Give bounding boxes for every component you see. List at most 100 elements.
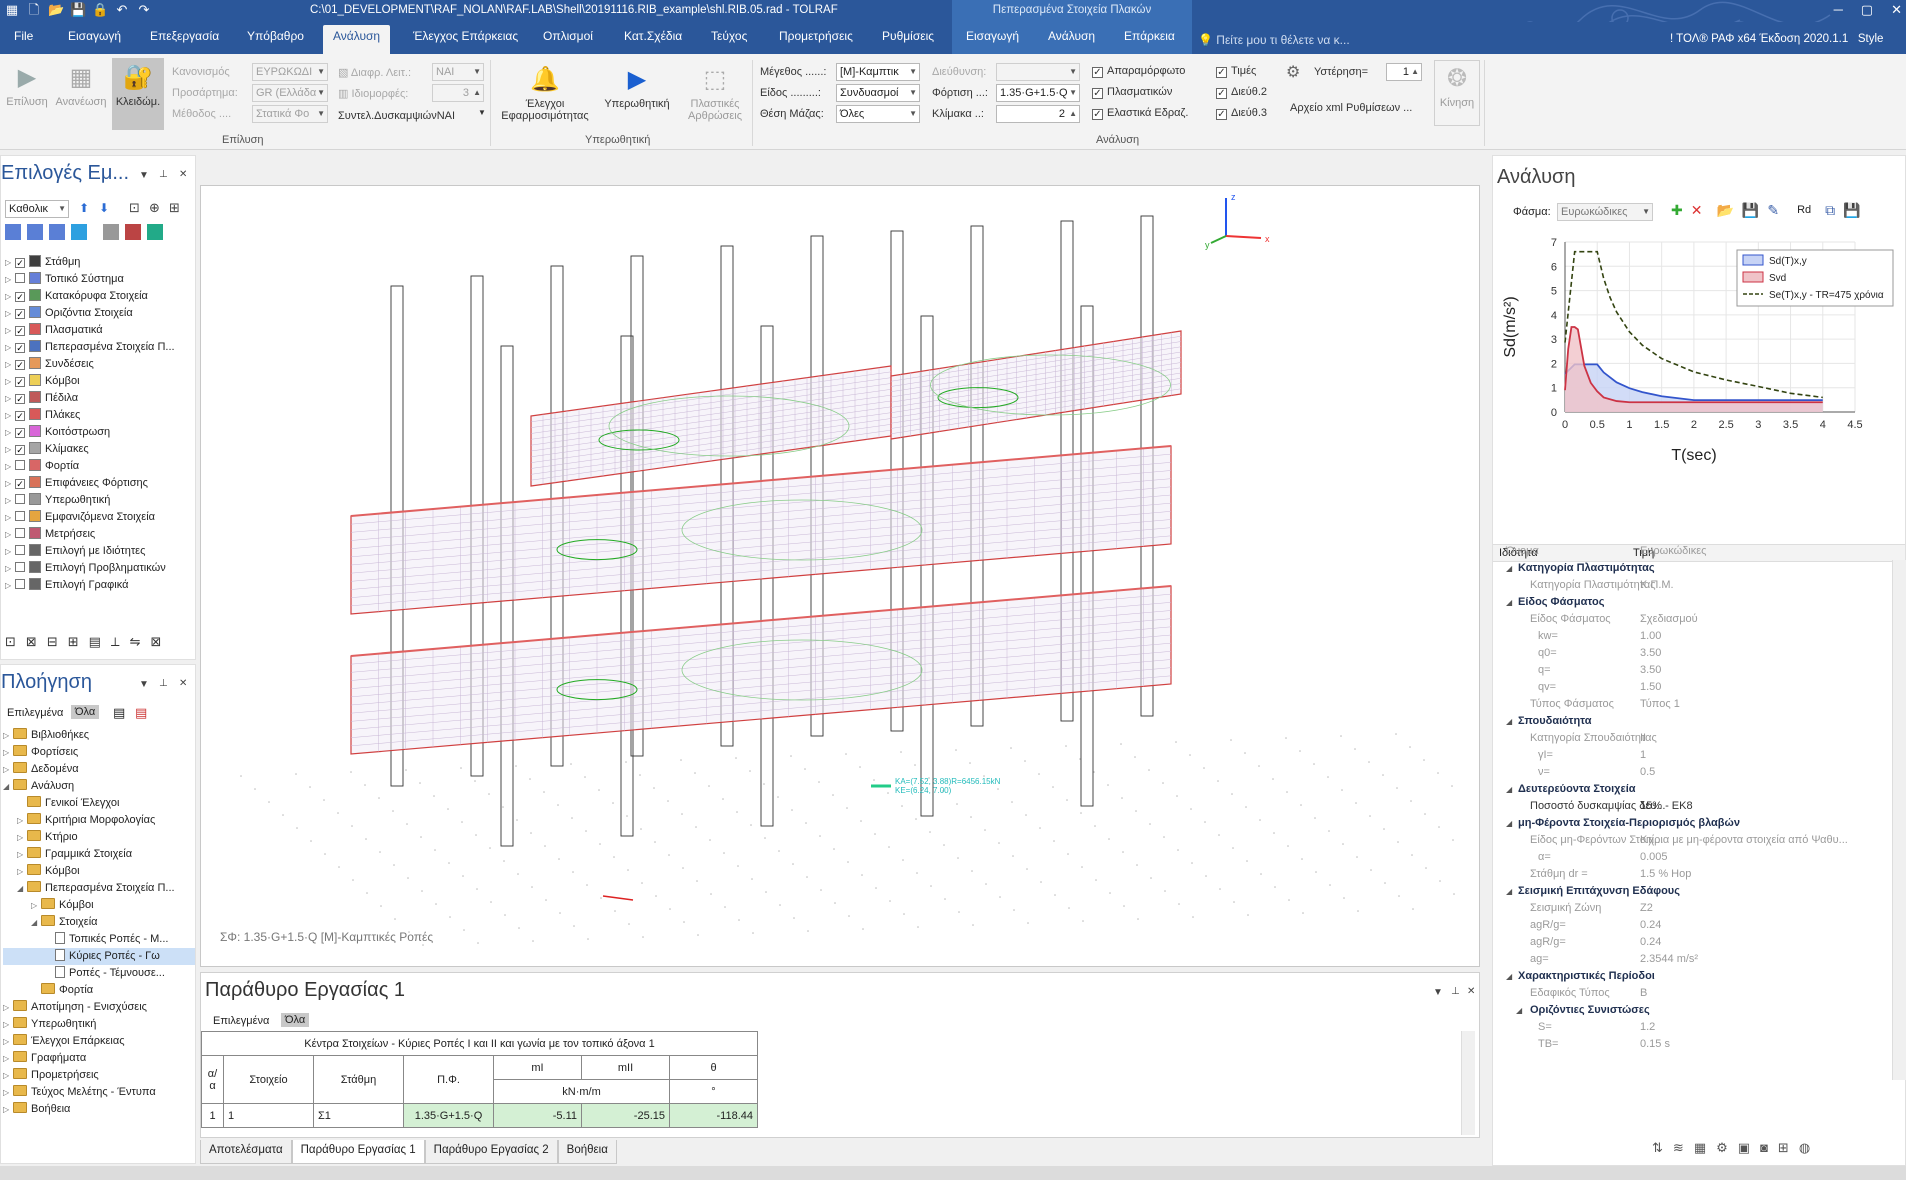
panel-close-icon[interactable]: ✕: [179, 169, 187, 180]
option-item[interactable]: ▷ ✓ Κόμβοι: [5, 373, 195, 390]
nav-item[interactable]: Γενικοί Έλεγχοι: [3, 795, 195, 812]
add-icon[interactable]: ✚: [1671, 202, 1683, 219]
zoom-window-icon[interactable]: ⊡: [129, 200, 140, 216]
modes-spinner[interactable]: 3 ▲: [432, 84, 484, 102]
nav-item[interactable]: ▷ Προμετρήσεις: [3, 1067, 195, 1084]
option-item[interactable]: ▷ ✓ Πέδιλα: [5, 390, 195, 407]
property-row[interactable]: ◢ Κατηγορία Πλαστιμότητας: [1500, 560, 1890, 577]
work-tab-all[interactable]: Όλα: [281, 1013, 310, 1027]
expand-icon[interactable]: ▷: [5, 509, 15, 526]
option-item[interactable]: ▷ Τοπικό Σύστημα: [5, 271, 195, 288]
option-checkbox[interactable]: [15, 545, 25, 555]
nav-item[interactable]: Ροπές - Τέμνουσε...: [3, 965, 195, 982]
property-row[interactable]: ◢ μη-Φέροντα Στοιχεία-Περιορισμός βλαβών: [1500, 815, 1890, 832]
property-row[interactable]: q= 3.50: [1500, 662, 1890, 679]
cell-mi[interactable]: -5.11: [493, 1103, 582, 1128]
gear-icon[interactable]: ⚙: [1716, 1140, 1728, 1156]
direction-select[interactable]: ▼: [996, 63, 1080, 81]
option-item[interactable]: ▷ Επιλογή Γραφικά: [5, 577, 195, 594]
undeformed-checkbox[interactable]: ✓ Απαραμόρφωτο: [1092, 65, 1185, 78]
lock-icon[interactable]: 🔒: [92, 2, 108, 18]
nav-view1-icon[interactable]: ▤: [113, 705, 125, 721]
property-row[interactable]: Είδος μη-Φερόντων Στοιχ... Κτίρια με μη-φ…: [1500, 832, 1890, 849]
cell-pf[interactable]: 1.35·G+1.5·Q: [403, 1103, 494, 1128]
zoom-fit-icon[interactable]: ⊞: [169, 200, 180, 216]
close-button[interactable]: ✕: [1891, 2, 1902, 18]
expand-icon[interactable]: ▷: [3, 1067, 13, 1084]
work-tab-selected[interactable]: Επιλεγμένα: [213, 1015, 269, 1027]
property-row[interactable]: q0= 3.50: [1500, 645, 1890, 662]
panel-close-icon[interactable]: ✕: [179, 678, 187, 689]
dir2-checkbox[interactable]: ✓ Διεύθ.2: [1216, 86, 1267, 99]
pin-icon[interactable]: ⊥: [159, 678, 168, 689]
expand-icon[interactable]: ▷: [31, 897, 41, 914]
option-item[interactable]: ▷ Επιλογή Προβληματικών: [5, 560, 195, 577]
option-checkbox[interactable]: ✓: [15, 326, 25, 336]
option-checkbox[interactable]: ✓: [15, 411, 25, 421]
property-row[interactable]: ◢ Σπουδαιότητα: [1500, 713, 1890, 730]
option-checkbox[interactable]: ✓: [15, 394, 25, 404]
expand-icon[interactable]: ◢: [31, 914, 41, 931]
expand-icon[interactable]: ▷: [5, 458, 15, 475]
option-checkbox[interactable]: ✓: [15, 377, 25, 387]
new-file-icon[interactable]: 🗋: [26, 2, 42, 18]
redo-icon[interactable]: ↷: [136, 2, 152, 18]
nav-item[interactable]: ▷ Δεδομένα: [3, 761, 195, 778]
stiffness-factors-label[interactable]: Συντελ.ΔυσκαμψιώνΝΑΙ: [338, 110, 455, 122]
expand-icon[interactable]: ▷: [5, 254, 15, 271]
bottom-tab[interactable]: Παράθυρο Εργασίας 2: [424, 1140, 558, 1164]
collapse-icon[interactable]: ◢: [1506, 815, 1512, 832]
expand-icon[interactable]: ▷: [5, 560, 15, 577]
filter-tool-icon[interactable]: ⊟: [47, 634, 58, 650]
copy-icon[interactable]: ⧉: [1825, 202, 1835, 219]
nav-item[interactable]: ▷ Κόμβοι: [3, 897, 195, 914]
option-checkbox[interactable]: ✓: [15, 343, 25, 353]
grid-tool-icon[interactable]: ⊞: [68, 634, 79, 650]
collapse-icon[interactable]: ◢: [1506, 713, 1512, 730]
property-row[interactable]: qv= 1.50: [1500, 679, 1890, 696]
property-row[interactable]: agR/g= 0.24: [1500, 917, 1890, 934]
option-checkbox[interactable]: [15, 460, 25, 470]
panel-dropdown-icon[interactable]: ▼: [139, 170, 149, 181]
type-select[interactable]: Συνδυασμοί ▼: [836, 84, 920, 102]
expand-icon[interactable]: ▷: [17, 829, 27, 846]
menu-ctx-adequacy[interactable]: Επάρκεια: [1124, 29, 1175, 43]
property-row[interactable]: γI= 1: [1500, 747, 1890, 764]
filter-select[interactable]: Καθολικ ▼: [5, 200, 69, 218]
nav-view2-icon[interactable]: ▤: [135, 705, 147, 721]
values-checkbox[interactable]: ✓ Τιμές: [1216, 65, 1256, 78]
option-item[interactable]: ▷ ✓ Συνδέσεις: [5, 356, 195, 373]
expand-icon[interactable]: ▷: [3, 761, 13, 778]
expand-icon[interactable]: ▷: [3, 1084, 13, 1101]
expand-icon[interactable]: ▷: [5, 271, 15, 288]
edit-icon[interactable]: ✎: [1767, 202, 1779, 219]
table-scrollbar[interactable]: [1461, 1031, 1475, 1135]
property-row[interactable]: Κατηγορία Σπουδαιότητας II: [1500, 730, 1890, 747]
expand-icon[interactable]: ▷: [3, 1101, 13, 1118]
expand-icon[interactable]: ▷: [5, 475, 15, 492]
select-tool-icon[interactable]: ⊡: [5, 634, 16, 650]
collapse-icon[interactable]: ◢: [1506, 560, 1512, 577]
option-checkbox[interactable]: [15, 528, 25, 538]
plastic-hinges-button[interactable]: ⬚ Πλαστικές Αρθρώσεις: [680, 62, 750, 123]
bottom-tab[interactable]: Αποτελέσματα: [200, 1140, 292, 1164]
property-row[interactable]: Ποσοστό δυσκαμψίας δευ... 15% - ΕΚ8: [1500, 798, 1890, 815]
measure-tool-icon[interactable]: ⟂: [111, 634, 120, 650]
option-checkbox[interactable]: [15, 273, 25, 283]
option-item[interactable]: ▷ ✓ Πεπερασμένα Στοιχεία Π...: [5, 339, 195, 356]
option-item[interactable]: ▷ Υπερωθητική: [5, 492, 195, 509]
option-checkbox[interactable]: ✓: [15, 479, 25, 489]
property-row[interactable]: Είδος Φάσματος Σχεδιασμού: [1500, 611, 1890, 628]
properties-tool-icon[interactable]: ▤: [89, 634, 101, 650]
option-checkbox[interactable]: ✓: [15, 258, 25, 268]
menu-file[interactable]: File: [14, 29, 33, 43]
option-checkbox[interactable]: ✓: [15, 309, 25, 319]
nav-item[interactable]: ▷ Βοήθεια: [3, 1101, 195, 1118]
property-row[interactable]: ◢ Σεισμική Επιτάχυνση Εδάφους: [1500, 883, 1890, 900]
chart-icon[interactable]: ▦: [1694, 1140, 1706, 1156]
property-row[interactable]: Κατηγορία Πλαστιμότητας Κ.Π.Μ.: [1500, 577, 1890, 594]
cell-theta[interactable]: -118.44: [669, 1103, 758, 1128]
window-select-icon[interactable]: ⊠: [26, 634, 37, 650]
property-row[interactable]: ◢ Οριζόντιες Συνιστώσες: [1500, 1002, 1890, 1019]
option-checkbox[interactable]: ✓: [15, 292, 25, 302]
